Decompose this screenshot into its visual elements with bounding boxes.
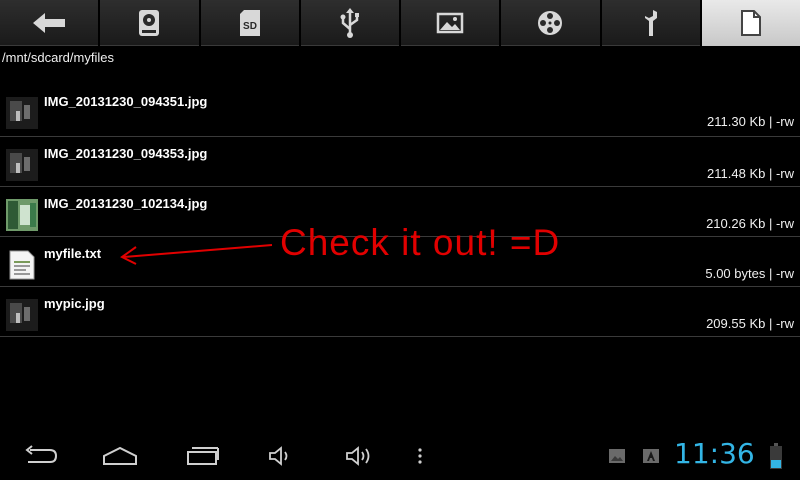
keyboard-notification[interactable] xyxy=(640,432,662,480)
back-icon xyxy=(25,445,58,463)
current-path: /mnt/sdcard/myfiles xyxy=(2,50,114,65)
tab-images[interactable] xyxy=(401,0,500,46)
tab-internal-storage[interactable] xyxy=(100,0,199,46)
nav-home-button[interactable] xyxy=(98,432,142,480)
file-meta: 211.30 Kb | -rw xyxy=(707,114,794,129)
file-meta: 5.00 bytes | -rw xyxy=(705,266,794,281)
keyboard-notification-icon xyxy=(643,449,659,463)
gallery-notification[interactable] xyxy=(606,432,628,480)
overflow-menu-button[interactable] xyxy=(412,432,428,480)
file-name: mypic.jpg xyxy=(44,296,105,311)
recent-apps-icon xyxy=(187,447,219,465)
file-meta: 211.48 Kb | -rw xyxy=(707,166,794,181)
gallery-notification-icon xyxy=(609,449,625,463)
file-name: IMG_20131230_094353.jpg xyxy=(44,146,208,161)
image-icon xyxy=(436,12,464,33)
wrench-icon xyxy=(644,9,657,36)
disk-drive-icon xyxy=(139,9,160,36)
toolbar: SD xyxy=(0,0,800,46)
file-row[interactable]: IMG_20131230_094351.jpg 211.30 Kb | -rw xyxy=(0,85,800,137)
home-icon xyxy=(103,446,137,465)
tab-settings[interactable] xyxy=(601,0,700,46)
usb-icon xyxy=(340,7,359,38)
volume-up-button[interactable] xyxy=(340,432,380,480)
tab-usb[interactable] xyxy=(300,0,399,46)
file-name: IMG_20131230_102134.jpg xyxy=(44,196,208,211)
file-meta: 210.26 Kb | -rw xyxy=(706,216,794,231)
file-name: myfile.txt xyxy=(44,246,102,261)
tab-sd-card[interactable]: SD xyxy=(200,0,299,46)
sd-card-label: SD xyxy=(243,21,257,32)
photo-thumbnail xyxy=(6,149,38,181)
file-row[interactable]: mypic.jpg 209.55 Kb | -rw xyxy=(0,287,800,337)
text-file-icon xyxy=(6,249,38,281)
volume-down-button[interactable] xyxy=(262,432,298,480)
file-meta: 209.55 Kb | -rw xyxy=(706,316,794,331)
file-list: IMG_20131230_094351.jpg 211.30 Kb | -rw … xyxy=(0,85,800,337)
file-name: IMG_20131230_094351.jpg xyxy=(44,94,208,109)
tab-back[interactable] xyxy=(0,0,99,46)
battery-icon xyxy=(770,443,782,469)
film-reel-icon xyxy=(538,10,563,35)
annotation-text: Check it out! =D xyxy=(280,222,561,263)
file-row[interactable]: IMG_20131230_094353.jpg 211.48 Kb | -rw xyxy=(0,137,800,187)
battery-indicator xyxy=(766,432,786,480)
tab-videos[interactable] xyxy=(501,0,600,46)
sd-card-icon: SD xyxy=(239,9,260,36)
volume-up-icon xyxy=(346,446,370,466)
photo-thumbnail xyxy=(6,97,38,129)
photo-thumbnail xyxy=(6,299,38,331)
document-icon xyxy=(740,10,761,36)
nav-recent-apps-button[interactable] xyxy=(180,432,224,480)
menu-dots-icon xyxy=(418,448,422,464)
tab-documents[interactable] xyxy=(701,0,800,46)
status-clock: 11:36 xyxy=(674,437,755,470)
annotation-arrow xyxy=(120,244,273,265)
back-arrow-icon xyxy=(33,12,66,33)
photo-thumbnail xyxy=(6,199,38,231)
volume-down-icon xyxy=(269,446,288,466)
nav-back-button[interactable] xyxy=(18,432,62,480)
